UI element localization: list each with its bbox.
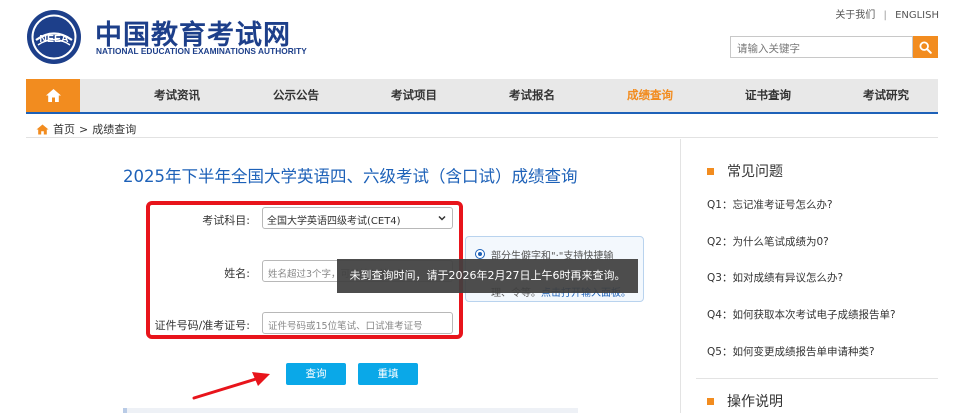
nav-item-registration[interactable]: 考试报名: [487, 79, 577, 112]
faq-item[interactable]: Q1：忘记准考证号怎么办?: [707, 197, 833, 212]
breadcrumb-home-icon: [36, 124, 49, 134]
main-nav: 考试资讯 公示公告 考试项目 考试报名 成绩查询 证书查询 考试研究: [26, 79, 938, 114]
emblem-text: NEEA: [39, 33, 69, 45]
subject-select[interactable]: 全国大学英语四级考试(CET4): [262, 207, 453, 229]
site-header: NEEA 中国教育考试网 NATIONAL EDUCATION EXAMINAT…: [0, 0, 960, 78]
subject-label: 考试科目:: [202, 214, 250, 227]
nav-item-announcements[interactable]: 公示公告: [251, 79, 341, 112]
result-panel-edge-accent: [123, 408, 127, 413]
search-button[interactable]: [913, 36, 938, 58]
faq-title: 常见问题: [727, 164, 783, 180]
nav-home-button[interactable]: [26, 79, 80, 112]
page-title: 2025年下半年全国大学英语四、六级考试（含口试）成绩查询: [123, 167, 578, 186]
reset-button[interactable]: 重填: [358, 363, 418, 385]
faq-heading-bullet-icon: [707, 167, 714, 175]
neea-emblem-icon[interactable]: NEEA: [26, 9, 82, 65]
subject-select-value: 全国大学英语四级考试(CET4): [267, 216, 401, 227]
breadcrumb-home-link[interactable]: 首页: [53, 121, 75, 137]
breadcrumb-divider: [26, 137, 938, 138]
top-links: 关于我们 | ENGLISH: [835, 6, 939, 21]
query-button[interactable]: 查询: [286, 363, 346, 385]
top-link-separator: |: [883, 10, 887, 21]
search-icon: [919, 40, 932, 54]
id-label: 证件号码/准考证号:: [154, 319, 250, 332]
tip-radio[interactable]: [475, 249, 485, 259]
search-input[interactable]: 请输入关键字: [730, 36, 913, 58]
nav-item-certificate-query[interactable]: 证书查询: [723, 79, 813, 112]
ops-heading-bullet-icon: [707, 397, 714, 405]
sidebar-divider: [680, 139, 681, 413]
faq-item[interactable]: Q5：如何变更成绩报告单申请种类?: [707, 344, 875, 359]
english-link[interactable]: ENGLISH: [895, 10, 939, 21]
home-icon: [45, 89, 61, 102]
nav-item-exam-research[interactable]: 考试研究: [841, 79, 931, 112]
chevron-down-icon: [438, 215, 446, 221]
query-time-toast: 未到查询时间，请于2026年2月27日上午6时再来查询。: [337, 259, 638, 293]
faq-item[interactable]: Q3：如对成绩有异议怎么办?: [707, 270, 843, 285]
sidebar-separator: [696, 378, 938, 379]
ops-title: 操作说明: [727, 394, 783, 410]
name-label: 姓名:: [224, 267, 250, 280]
id-number-input[interactable]: 证件号码或15位笔试、口试准考证号: [262, 312, 453, 334]
faq-item[interactable]: Q4：如何获取本次考试电子成绩报告单?: [707, 307, 896, 322]
breadcrumb-current: 成绩查询: [92, 123, 137, 136]
nav-item-exam-news[interactable]: 考试资讯: [132, 79, 222, 112]
nav-item-score-query[interactable]: 成绩查询: [605, 79, 695, 112]
nav-item-exam-programs[interactable]: 考试项目: [369, 79, 459, 112]
site-logo-en: NATIONAL EDUCATION EXAMINATIONS AUTHORIT…: [96, 46, 307, 56]
faq-item[interactable]: Q2：为什么笔试成绩为0?: [707, 234, 829, 249]
annotation-arrow-icon: [192, 372, 270, 400]
faq-heading: 常见问题: [707, 161, 783, 181]
result-panel-edge: [123, 408, 578, 413]
about-us-link[interactable]: 关于我们: [835, 10, 875, 21]
ops-heading: 操作说明: [707, 391, 783, 411]
breadcrumb: 首页 > 成绩查询: [36, 121, 136, 137]
breadcrumb-separator: >: [79, 122, 89, 136]
